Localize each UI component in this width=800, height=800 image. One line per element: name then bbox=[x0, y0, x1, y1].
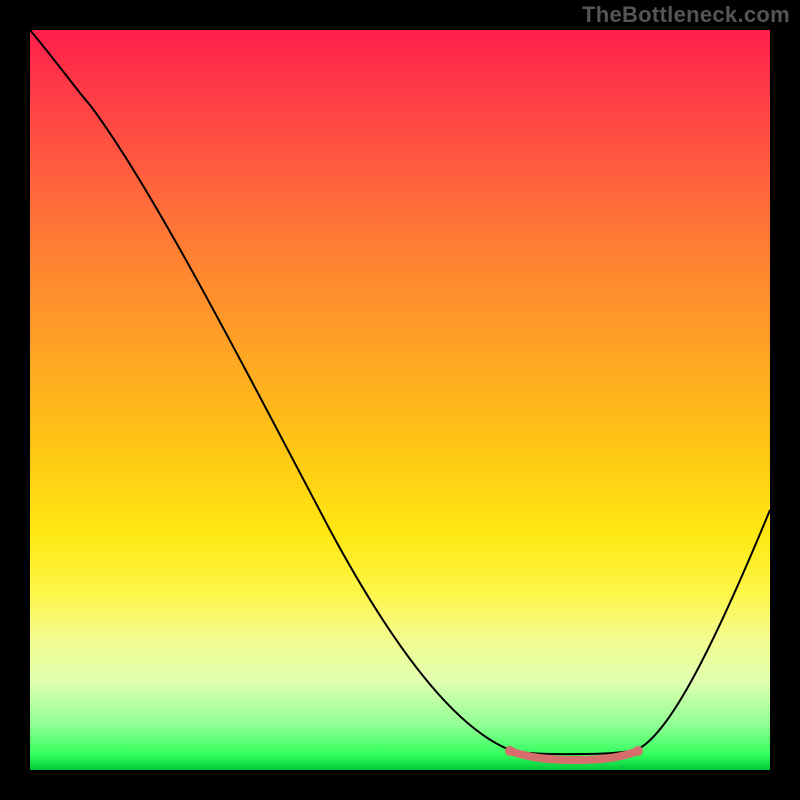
watermark-text: TheBottleneck.com bbox=[582, 2, 790, 28]
band-dot-right bbox=[633, 746, 643, 756]
plot-area bbox=[30, 30, 770, 770]
optimal-band bbox=[510, 751, 638, 760]
bottleneck-curve bbox=[30, 30, 770, 754]
chart-svg bbox=[30, 30, 770, 770]
band-dot-left bbox=[505, 746, 515, 756]
chart-frame: TheBottleneck.com bbox=[0, 0, 800, 800]
